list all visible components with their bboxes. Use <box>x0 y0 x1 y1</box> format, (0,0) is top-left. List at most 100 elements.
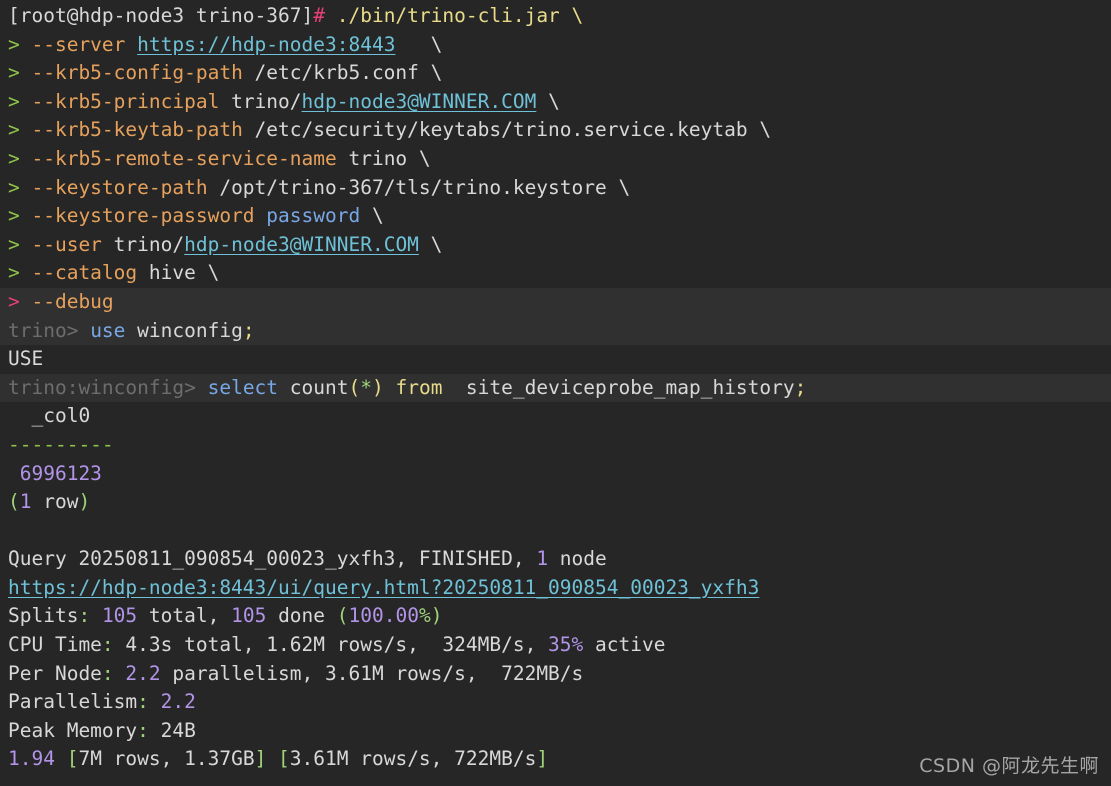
terminal-text: \ <box>536 89 560 113</box>
terminal-line-out-use: USE <box>0 345 1111 374</box>
terminal-text: --krb5-principal <box>31 89 232 113</box>
terminal-text: trino:winconfig> <box>8 375 208 399</box>
terminal-line-trino-use: trino> use winconfig; <box>0 316 1111 346</box>
terminal-line-out-parallelism: Parallelism: 2.2 <box>0 688 1111 717</box>
terminal-text: ] <box>536 747 549 771</box>
terminal-text: ) <box>78 490 91 514</box>
terminal-text: ( <box>8 490 20 514</box>
terminal-link[interactable]: https://hdp-node3:8443 <box>137 33 395 56</box>
terminal-text: > <box>8 204 32 228</box>
terminal-text: password <box>266 204 361 228</box>
terminal-line-opt-keystore-password: > --keystore-password password \ <box>0 202 1111 231</box>
terminal-text: 3.61M rows/s, 722MB/s <box>289 747 537 771</box>
terminal-text: \ <box>418 232 443 256</box>
terminal-text: trino/ <box>113 232 185 256</box>
terminal-text: select <box>207 375 290 399</box>
terminal-text: : <box>137 690 161 714</box>
terminal-text: active <box>583 633 666 657</box>
terminal-link[interactable]: hdp-node3@WINNER.COM <box>184 233 419 256</box>
terminal-text: Splits <box>8 604 79 628</box>
terminal-text: ( <box>348 375 361 399</box>
terminal-link[interactable]: https://hdp-node3:8443/ui/query.html?202… <box>8 576 759 599</box>
terminal-text: --krb5-remote-service-name <box>31 146 349 170</box>
terminal-text: \ <box>395 32 443 56</box>
terminal-text: /etc/krb5.conf \ <box>254 61 443 85</box>
terminal-window[interactable]: [root@hdp-node3 trino-367]# ./bin/trino-… <box>0 0 1111 786</box>
terminal-text: : <box>78 604 102 628</box>
watermark: CSDN @阿龙先生啊 <box>919 755 1099 777</box>
terminal-text: --keystore-password <box>31 204 267 228</box>
terminal-text: /opt/trino-367/tls/trino.keystore \ <box>219 175 631 199</box>
terminal-text: [ <box>54 747 79 771</box>
terminal-text: > <box>8 61 32 85</box>
terminal-text: /etc/security/keytabs/trino.service.keyt… <box>254 118 772 142</box>
terminal-text: 6996123 <box>8 461 102 485</box>
terminal-text: --krb5-keytab-path <box>31 118 255 142</box>
terminal-line-opt-krb5-keytab-path: > --krb5-keytab-path /etc/security/keyta… <box>0 116 1111 145</box>
terminal-text: 105 <box>231 604 267 628</box>
terminal-line-opt-user: > --user trino/hdp-node3@WINNER.COM \ <box>0 231 1111 260</box>
terminal-text: trino/ <box>231 89 302 113</box>
terminal-line-out-value: 6996123 <box>0 460 1111 489</box>
terminal-text: > <box>8 32 32 56</box>
terminal-text: > <box>8 89 32 113</box>
terminal-line-out-cpu-time: CPU Time: 4.3s total, 1.62M rows/s, 324M… <box>0 631 1111 660</box>
terminal-text: hive \ <box>148 261 220 285</box>
terminal-text: trino> <box>8 318 91 342</box>
terminal-line-out-query: Query 20250811_090854_00023_yxfh3, FINIS… <box>0 545 1111 574</box>
terminal-line-out-col-header: _col0 <box>0 402 1111 431</box>
terminal-text: --krb5-config-path <box>31 61 255 85</box>
terminal-text: 1.94 <box>8 747 55 771</box>
terminal-line-trino-select: trino:winconfig> select count(*) from si… <box>0 373 1111 403</box>
terminal-text: 35% <box>548 633 584 657</box>
terminal-text: Parallelism <box>8 690 138 714</box>
terminal-text: count <box>289 375 349 399</box>
terminal-text: Per Node <box>8 661 102 685</box>
terminal-text: : <box>137 718 161 742</box>
terminal-text: ) <box>371 375 396 399</box>
terminal-text: 105 <box>101 604 138 628</box>
terminal-text: 2.2 <box>160 690 196 714</box>
terminal-text: ( <box>336 604 349 628</box>
terminal-line-opt-debug: > --debug <box>0 287 1111 317</box>
terminal-text: 7M rows, 1.37GB <box>78 747 255 771</box>
terminal-text: 1 <box>536 547 549 571</box>
terminal-text: ./bin/trino-cli.jar \ <box>336 4 584 27</box>
terminal-text: > <box>8 146 32 170</box>
terminal-text: total, <box>137 604 232 628</box>
terminal-text: 2.2 <box>125 661 161 685</box>
terminal-text: Query 20250811_090854_00023_yxfh3, FINIS… <box>8 547 537 571</box>
terminal-line-out-query-url: https://hdp-node3:8443/ui/query.html?202… <box>0 574 1111 603</box>
terminal-text: row <box>31 490 79 514</box>
terminal-text: --debug <box>31 289 114 313</box>
terminal-text: ; <box>242 318 255 342</box>
terminal-text: winconfig <box>137 318 243 342</box>
terminal-line-opt-krb5-remote-service-name: > --krb5-remote-service-name trino \ <box>0 145 1111 174</box>
terminal-text: # <box>313 4 337 27</box>
terminal-text: 4.3s total, 1.62M rows/s, 324MB/s, <box>125 633 549 657</box>
terminal-text: --------- <box>8 432 114 456</box>
terminal-link[interactable]: hdp-node3@WINNER.COM <box>302 90 537 113</box>
terminal-line-opt-server: > --server https://hdp-node3:8443 \ <box>0 31 1111 60</box>
terminal-text: > <box>8 175 32 199</box>
terminal-line-out-per-node: Per Node: 2.2 parallelism, 3.61M rows/s,… <box>0 660 1111 689</box>
terminal-line-opt-keystore-path: > --keystore-path /opt/trino-367/tls/tri… <box>0 174 1111 203</box>
terminal-text: 1 <box>19 490 32 514</box>
terminal-line-out-splits: Splits: 105 total, 105 done (100.00%) <box>0 602 1111 631</box>
terminal-text: parallelism, 3.61M rows/s, 722MB/s <box>160 661 584 685</box>
terminal-text: Peak Memory <box>8 718 138 742</box>
terminal-line-opt-krb5-config-path: > --krb5-config-path /etc/krb5.conf \ <box>0 59 1111 88</box>
terminal-text: : <box>101 633 126 657</box>
terminal-line-out-peak-memory: Peak Memory: 24B <box>0 717 1111 746</box>
terminal-text: USE <box>8 347 44 371</box>
terminal-text: done <box>266 604 337 628</box>
terminal-text: CPU Time <box>8 633 102 657</box>
terminal-text: %) <box>418 604 443 628</box>
terminal-line-out-col-divider: --------- <box>0 431 1111 460</box>
terminal-text: trino \ <box>348 146 431 170</box>
terminal-line-opt-catalog: > --catalog hive \ <box>0 259 1111 288</box>
terminal-text: --keystore-path <box>31 175 220 199</box>
terminal-line-opt-krb5-principal: > --krb5-principal trino/hdp-node3@WINNE… <box>0 88 1111 117</box>
terminal-text: ] [ <box>254 747 290 771</box>
